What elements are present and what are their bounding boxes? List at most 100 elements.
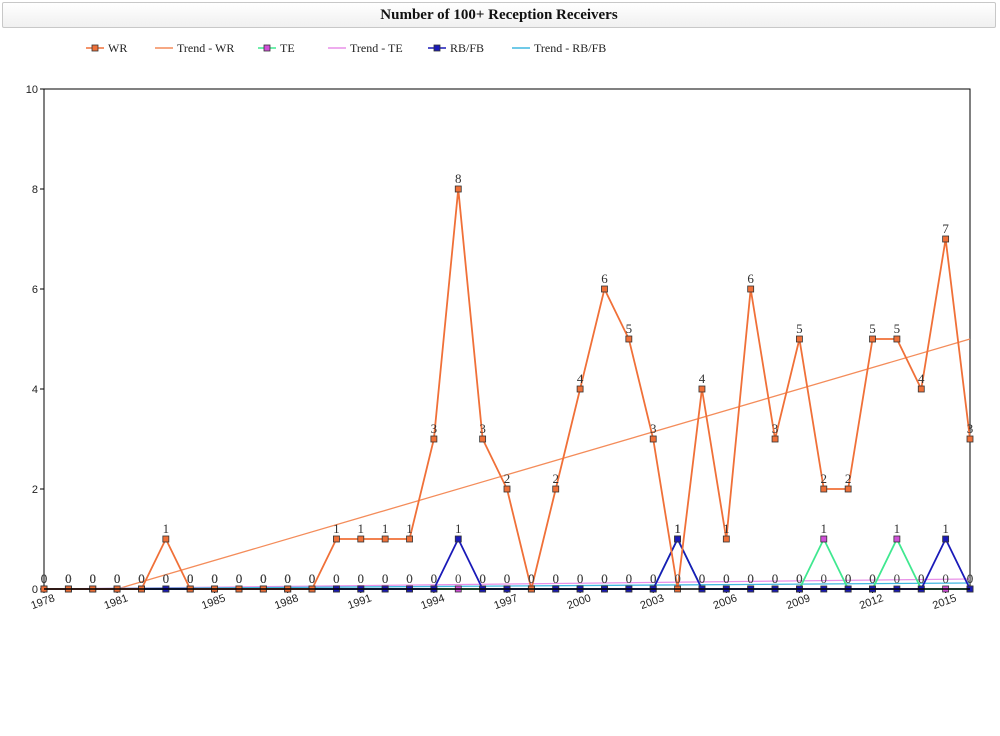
data-label: 0 [211,571,218,586]
legend-label: WR [108,41,127,55]
data-label: 1 [674,521,681,536]
data-point [820,485,828,493]
series-rb-fb: 0 0 0 0 0 0 0 0 0 0 0 0 0 0 0 0 0 1 0 0 0 0 0 0 0 0 1 0 0 0 0 0 0 0 0 0 0 1 0 [40,521,974,593]
data-label: 8 [455,171,462,186]
data-label: 3 [967,421,974,436]
data-point [430,435,438,443]
data-point [917,385,925,393]
data-point [893,535,901,543]
x-tick-label: 2003 [639,592,666,612]
series-trend-wr [116,338,971,590]
data-point [966,435,974,443]
legend-marker [91,44,99,52]
y-tick-label: 8 [32,184,38,196]
x-tick-label: 2000 [566,592,593,612]
data-label: 2 [504,471,511,486]
data-label: 2 [821,471,828,486]
data-label: 0 [796,571,803,586]
data-label: 0 [309,571,316,586]
data-label: 0 [918,571,925,586]
legend-label: Trend - RB/FB [534,41,606,55]
x-tick-label: 1997 [492,592,519,612]
data-point [576,385,584,393]
data-label: 2 [845,471,852,486]
data-label: 0 [821,571,828,586]
x-tick-label: 1988 [273,592,300,612]
data-label: 5 [796,321,803,336]
data-point [552,485,560,493]
data-label: 1 [163,521,170,536]
data-label: 4 [699,371,706,386]
data-point [893,335,901,343]
data-label: 0 [723,571,730,586]
data-label: 4 [577,371,584,386]
legend-item: Trend - RB/FB [512,41,606,55]
data-label: 0 [894,571,901,586]
data-point [747,285,755,293]
data-label: 1 [455,521,462,536]
data-label: 1 [358,521,365,536]
data-label: 3 [479,421,486,436]
legend-item: WR [86,41,127,55]
data-label: 0 [967,571,974,586]
data-label: 0 [455,571,462,586]
data-label: 1 [333,521,340,536]
x-tick-label: 2012 [858,592,885,612]
data-label: 1 [894,521,901,536]
data-label: 7 [942,221,949,236]
data-point [698,385,706,393]
data-point [820,535,828,543]
data-label: 0 [747,571,754,586]
data-label: 5 [869,321,876,336]
legend-label: RB/FB [450,41,484,55]
y-tick-label: 10 [26,84,38,96]
data-label: 0 [333,571,340,586]
data-label: 0 [163,571,170,586]
data-point [796,335,803,343]
data-label: 0 [65,571,72,586]
data-point [722,535,730,543]
data-point [479,435,487,443]
data-label: 0 [358,571,365,586]
data-point [649,435,657,443]
data-point [674,535,681,543]
data-label: 1 [821,521,828,536]
data-point [942,235,950,243]
legend-label: TE [280,41,295,55]
plot-area [43,88,971,590]
data-label: 0 [845,571,852,586]
x-tick-label: 1991 [346,592,373,612]
data-label: 0 [869,571,876,586]
data-label: 0 [504,571,511,586]
series-wr: 0 0 0 0 010 0 0 0 0 01 1 1 138320246530416352 25 5473 [40,171,974,593]
y-tick-label: 6 [32,284,38,296]
data-label: 0 [601,571,608,586]
series-line [44,188,971,590]
data-label: 3 [772,421,779,436]
data-point [406,535,413,543]
data-label: 0 [650,571,657,586]
data-point [942,535,950,543]
data-label: 0 [577,571,584,586]
data-label: 0 [236,571,243,586]
data-label: 0 [382,571,389,586]
data-label: 0 [699,571,706,586]
data-point [625,335,633,343]
data-label: 0 [284,571,291,586]
y-tick-label: 0 [32,584,38,596]
data-label: 0 [114,571,121,586]
legend-marker [433,44,441,52]
data-label: 0 [626,571,633,586]
data-label: 2 [552,471,559,486]
x-tick-label: 2006 [712,592,739,612]
data-label: 6 [747,271,754,286]
x-tick-label: 1981 [103,592,130,612]
data-label: 0 [260,571,267,586]
data-label: 1 [723,521,730,536]
data-label: 0 [772,571,779,586]
legend-item: Trend - WR [155,41,234,55]
line-chart: 02468101978 1981 1985 1988 1991 1994 1997 2000 2… [26,41,974,612]
data-label: 0 [89,571,96,586]
trend-line [116,338,971,590]
legend-item: RB/FB [428,41,484,55]
